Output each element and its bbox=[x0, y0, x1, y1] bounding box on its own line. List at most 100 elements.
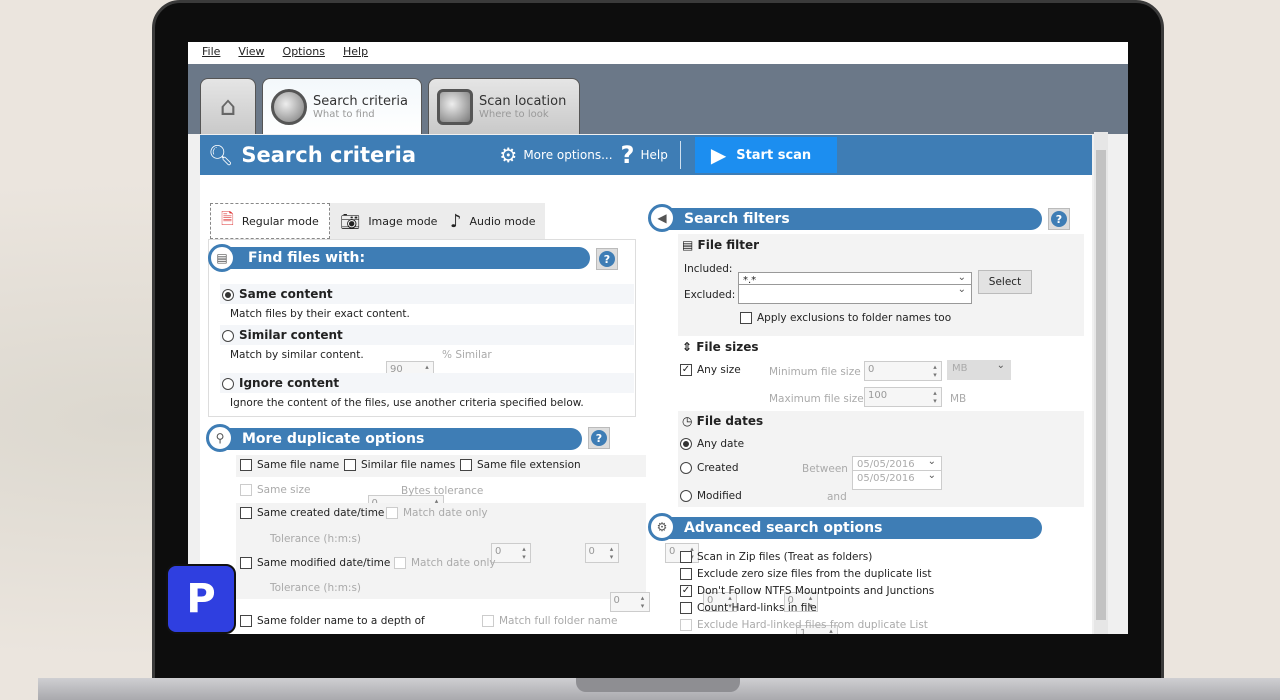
checkbox[interactable] bbox=[386, 507, 398, 519]
mode-image[interactable]: 📷︎ Image mode bbox=[330, 203, 448, 239]
tab-search-criteria[interactable]: Search criteria What to find bbox=[262, 78, 422, 134]
app-window: File View Options Help ⌂ Search criteria… bbox=[188, 42, 1128, 634]
checkbox[interactable] bbox=[240, 484, 252, 496]
question-icon: ? bbox=[599, 251, 615, 267]
find-files-header: Find files with: bbox=[220, 247, 590, 269]
label: File filter bbox=[697, 238, 760, 252]
label: Count Hard-links in file bbox=[697, 602, 817, 614]
check-match-date-modified[interactable]: Match date only bbox=[394, 557, 496, 569]
checkbox[interactable] bbox=[240, 615, 252, 627]
tolerance-label: Tolerance (h:m:s) bbox=[270, 533, 362, 545]
check-match-full-folder[interactable]: Match full folder name bbox=[482, 615, 618, 627]
label: Match date only bbox=[411, 557, 496, 569]
checkbox[interactable] bbox=[240, 459, 252, 471]
radio-any-date[interactable]: Any date bbox=[680, 438, 744, 450]
label: Similar file names bbox=[361, 459, 456, 471]
checkbox[interactable] bbox=[680, 602, 692, 614]
radio[interactable] bbox=[680, 438, 692, 450]
excluded-select[interactable] bbox=[738, 284, 972, 304]
help-button[interactable]: ? bbox=[588, 427, 610, 449]
checkbox[interactable] bbox=[482, 615, 494, 627]
check-same-extension[interactable]: Same file extension bbox=[460, 459, 581, 471]
radio[interactable] bbox=[222, 288, 234, 301]
mode-label: Image mode bbox=[368, 214, 438, 228]
content-area: 🗎 Regular mode 📷︎ Image mode ♪ Audio mode F… bbox=[200, 175, 1092, 634]
radio[interactable] bbox=[680, 490, 692, 502]
radio[interactable] bbox=[222, 377, 234, 390]
checkbox[interactable] bbox=[740, 312, 752, 324]
checkbox[interactable] bbox=[394, 557, 406, 569]
check-same-file-name[interactable]: Same file name bbox=[240, 459, 339, 471]
tab-scan-location[interactable]: Scan location Where to look bbox=[428, 78, 580, 134]
checkbox[interactable]: ✓ bbox=[680, 364, 692, 376]
checkbox[interactable] bbox=[240, 507, 252, 519]
check-any-size[interactable]: ✓ Any size bbox=[680, 364, 741, 376]
checkbox[interactable] bbox=[680, 568, 692, 580]
checkbox[interactable] bbox=[680, 619, 692, 631]
check-same-created[interactable]: Same created date/time bbox=[240, 507, 384, 519]
menu-options[interactable]: Options bbox=[283, 45, 325, 61]
help-button[interactable]: ? bbox=[596, 248, 618, 270]
checkbox[interactable] bbox=[240, 557, 252, 569]
tab-title: Search criteria bbox=[313, 93, 408, 109]
label: Apply exclusions to folder names too bbox=[757, 312, 952, 324]
check-exclude-hardlinked[interactable]: Exclude Hard-linked files from duplicate… bbox=[680, 619, 928, 631]
radio-ignore-content[interactable]: Ignore content bbox=[220, 373, 634, 393]
tolerance-hours[interactable]: 0 bbox=[491, 543, 531, 563]
check-similar-file-names[interactable]: Similar file names bbox=[344, 459, 455, 471]
radio-created[interactable]: Created bbox=[680, 462, 739, 474]
check-same-modified[interactable]: Same modified date/time bbox=[240, 557, 390, 569]
label: Same modified date/time bbox=[257, 557, 391, 569]
scrollbar-thumb[interactable] bbox=[1096, 150, 1106, 620]
date-to-select[interactable]: 05/05/2016 bbox=[852, 470, 942, 490]
file-sizes-title: ⇕ File sizes bbox=[682, 340, 759, 354]
gear-icon: ⚙ bbox=[648, 513, 676, 541]
mode-label: Regular mode bbox=[241, 214, 319, 228]
checkbox[interactable]: ✓ bbox=[680, 585, 692, 597]
section-title: Find files with: bbox=[248, 250, 366, 266]
magnifier-icon bbox=[271, 88, 307, 125]
label: Same created date/time bbox=[257, 507, 385, 519]
check-match-date-created[interactable]: Match date only bbox=[386, 507, 488, 519]
radio-modified[interactable]: Modified bbox=[680, 490, 742, 502]
document-icon: ▤ bbox=[208, 244, 236, 272]
option-desc: Ignore the content of the files, use ano… bbox=[230, 397, 584, 409]
question-icon: ? bbox=[591, 430, 607, 446]
label: Any size bbox=[697, 364, 741, 376]
tolerance-minutes[interactable]: 0 bbox=[584, 543, 619, 563]
check-exclude-zero[interactable]: Exclude zero size files from the duplica… bbox=[680, 568, 932, 580]
vertical-scrollbar[interactable] bbox=[1094, 132, 1108, 634]
select-button[interactable]: Select bbox=[978, 270, 1032, 294]
size-unit-select[interactable]: MB bbox=[947, 360, 1011, 380]
checkbox[interactable] bbox=[460, 459, 472, 471]
clock-icon: ◷ bbox=[682, 414, 697, 428]
tolerance-hours[interactable]: 0 bbox=[609, 592, 650, 612]
tab-home[interactable]: ⌂ bbox=[200, 78, 256, 134]
checkbox[interactable] bbox=[344, 459, 356, 471]
checkbox[interactable] bbox=[680, 551, 692, 563]
mode-label: Audio mode bbox=[469, 214, 536, 228]
label: Exclude zero size files from the duplica… bbox=[697, 568, 932, 580]
radio[interactable] bbox=[222, 329, 234, 342]
menu-help[interactable]: Help bbox=[343, 45, 368, 61]
check-same-folder[interactable]: Same folder name to a depth of bbox=[240, 615, 425, 627]
check-same-size[interactable]: Same size bbox=[240, 484, 310, 496]
check-apply-exclusions[interactable]: Apply exclusions to folder names too bbox=[740, 312, 951, 324]
min-size-label: Minimum file size bbox=[769, 366, 861, 378]
menu-view[interactable]: View bbox=[238, 45, 264, 61]
check-scan-zip[interactable]: Scan in Zip files (Treat as folders) bbox=[680, 551, 872, 563]
mode-audio[interactable]: ♪ Audio mode bbox=[440, 203, 546, 239]
radio-similar-content[interactable]: Similar content bbox=[220, 325, 634, 345]
max-size-input[interactable]: 100 bbox=[864, 387, 942, 407]
radio[interactable] bbox=[680, 462, 692, 474]
option-label: Ignore content bbox=[239, 376, 340, 390]
menu-file[interactable]: File bbox=[202, 45, 220, 61]
label: Any date bbox=[697, 438, 745, 450]
radio-same-content[interactable]: Same content bbox=[220, 284, 634, 304]
mode-regular[interactable]: 🗎 Regular mode bbox=[210, 203, 330, 239]
label: Scan in Zip files (Treat as folders) bbox=[697, 551, 873, 563]
check-hardlinks[interactable]: Count Hard-links in file bbox=[680, 602, 817, 614]
min-size-input[interactable]: 0 bbox=[864, 361, 942, 381]
help-button[interactable]: ? bbox=[1048, 208, 1070, 230]
check-ntfs[interactable]: ✓ Don't Follow NTFS Mountpoints and Junct… bbox=[680, 585, 934, 597]
